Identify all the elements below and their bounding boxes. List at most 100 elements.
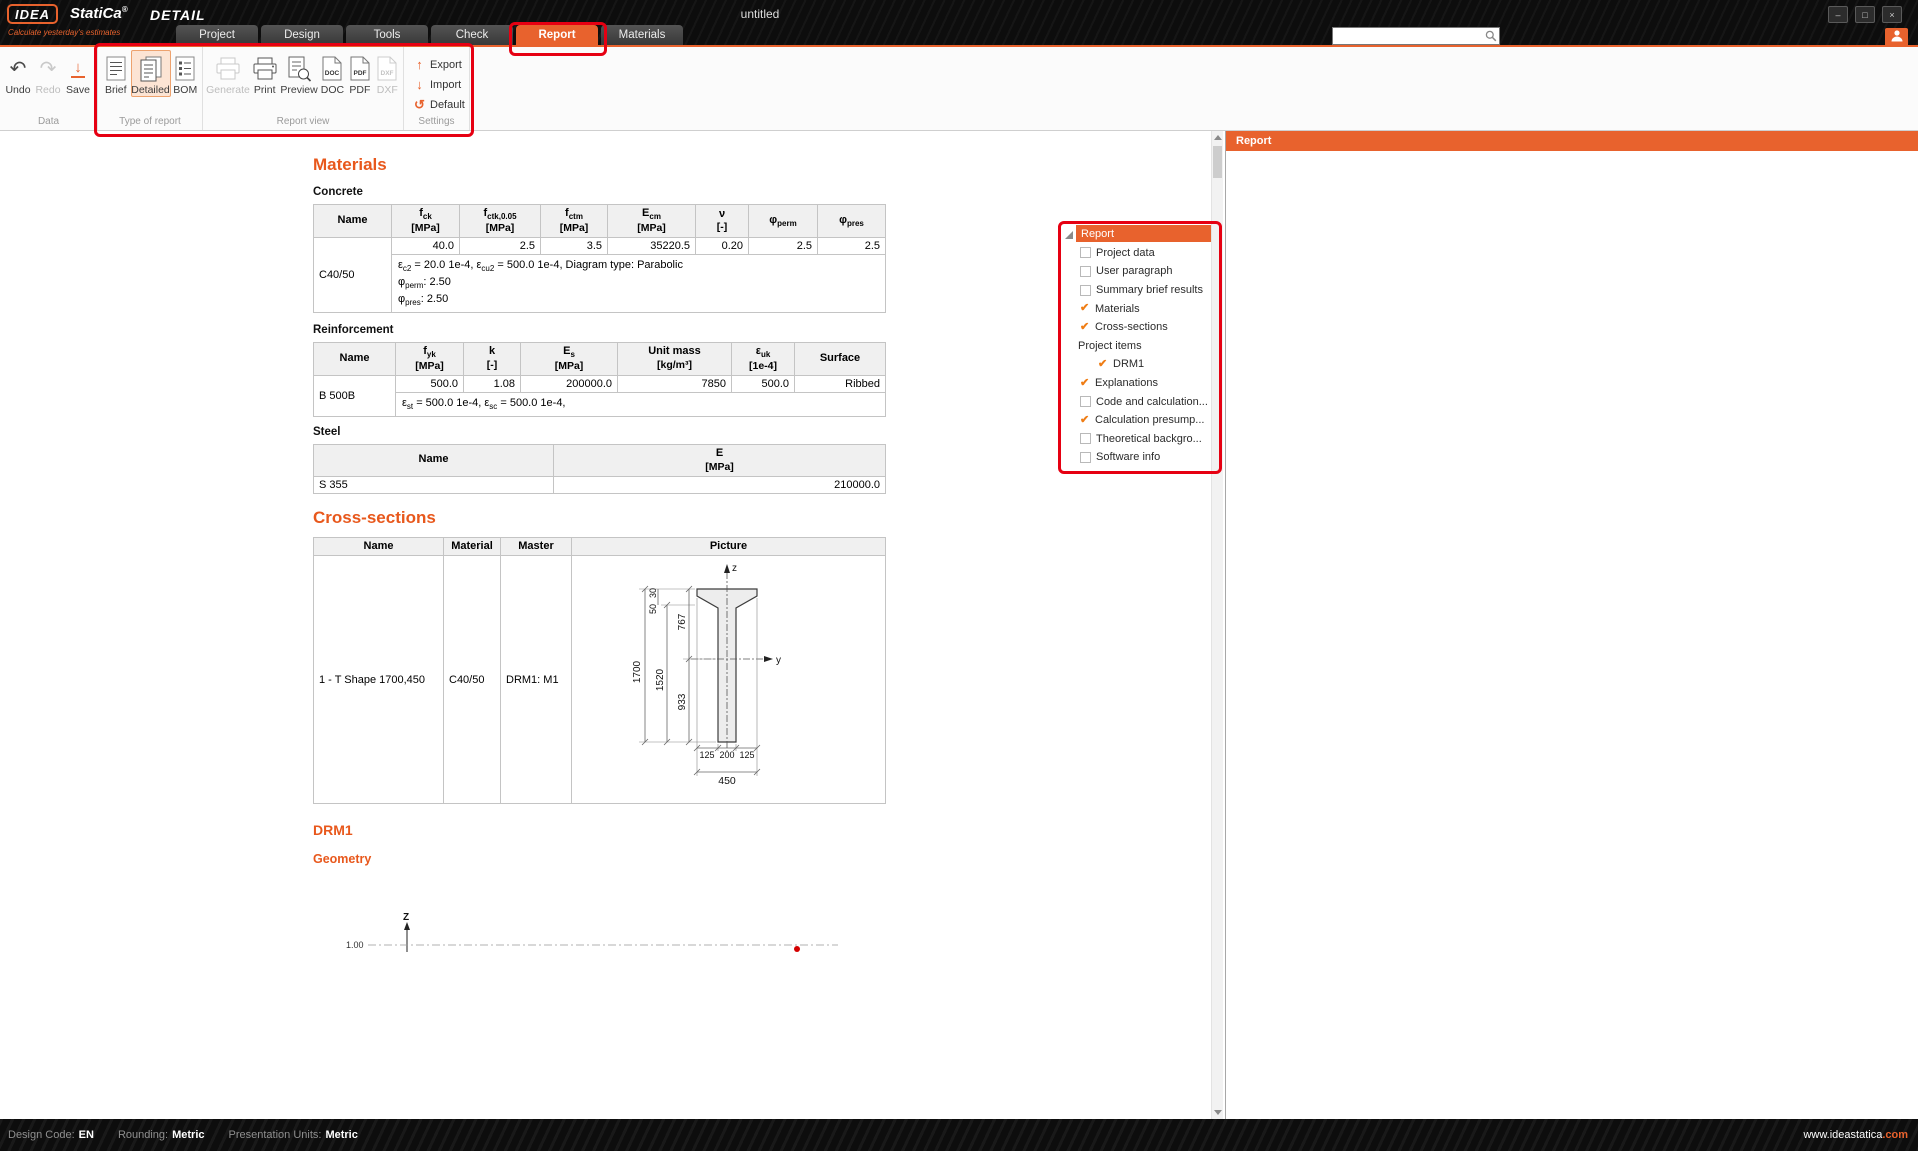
detailed-report-icon [139,53,163,84]
dim-125-right: 125 [739,750,754,760]
checkbox-unchecked[interactable] [1080,452,1091,463]
document-scrollbar[interactable] [1211,131,1223,1119]
tree-item-code-and-calculation[interactable]: Code and calculation... [1063,392,1213,411]
drm1-heading: DRM1 [313,822,885,838]
export-icon: ↑ [414,58,425,71]
header-cell: Material [444,537,501,556]
tree-item-project-data[interactable]: Project data [1063,244,1213,263]
logo-tagline: Calculate yesterday's estimates [8,28,120,37]
tree-item-summary-brief-results[interactable]: Summary brief results [1063,281,1213,300]
tree-item-software-info[interactable]: Software info [1063,448,1213,467]
checkbox-unchecked[interactable] [1080,247,1091,258]
tree-item-explanations[interactable]: ✔Explanations [1063,374,1213,393]
checkmark-icon[interactable]: ✔ [1080,415,1091,426]
steel-table: Name E[MPa] S 355 210000.0 [313,444,886,494]
window-controls: – □ × [1828,6,1902,23]
header-cell: fctm[MPa] [541,205,608,238]
redo-button[interactable]: ↷ Redo [33,50,63,97]
right-panel: Report [1225,131,1918,1119]
concrete-table: Name fck[MPa] fctk,0.05[MPa] fctm[MPa] E… [313,204,886,313]
tree-item-theoretical-background[interactable]: Theoretical backgro... [1063,430,1213,449]
scroll-down-icon[interactable] [1214,1110,1222,1115]
checkmark-icon[interactable]: ✔ [1080,322,1091,333]
preview-button[interactable]: Preview [279,50,318,97]
header-cell: Name [314,342,396,375]
tree-item-drm1[interactable]: ✔DRM1 [1063,355,1213,374]
undo-button[interactable]: ↶ Undo [3,50,33,97]
maximize-button[interactable]: □ [1855,6,1875,23]
user-account-button[interactable] [1885,28,1908,47]
default-icon: ↺ [414,98,425,111]
website-link[interactable]: www.ideastatica.com [1803,1129,1908,1141]
ribbon: ↶ Undo ↷ Redo ↓ Save Data [0,47,1918,131]
tree-item-materials[interactable]: ✔Materials [1063,299,1213,318]
tree-item-cross-sections[interactable]: ✔Cross-sections [1063,318,1213,337]
print-button[interactable]: Print [250,50,279,97]
header-cell: Name [314,537,444,556]
tab-materials[interactable]: Materials [601,25,683,45]
cross-section-drawing: z y [579,556,879,800]
header-cell: Name [314,444,554,476]
status-bar: Design Code: EN Rounding: Metric Present… [0,1119,1918,1151]
scrollbar-thumb[interactable] [1213,146,1222,178]
bom-report-button[interactable]: BOM [171,50,201,97]
checkmark-icon[interactable]: ✔ [1098,359,1109,370]
geometry-heading: Geometry [313,852,885,866]
ribbon-group-data: ↶ Undo ↷ Redo ↓ Save Data [0,47,98,130]
tab-report[interactable]: Report [516,25,598,45]
checkmark-icon[interactable]: ✔ [1080,303,1091,314]
svg-text:PDF: PDF [353,70,366,77]
header-cell: εuk[1e-4] [732,342,795,375]
checkbox-unchecked[interactable] [1080,396,1091,407]
generate-icon [215,53,241,84]
tab-tools[interactable]: Tools [346,25,428,45]
material-notes-cell: εc2 = 20.0 1e-4, εcu2 = 500.0 1e-4, Diag… [392,255,886,312]
search-input[interactable] [1333,30,1485,43]
undo-icon: ↶ [10,59,27,79]
dim-1700: 1700 [632,661,643,684]
app-window: IDEA StatiCa® Calculate yesterday's esti… [0,0,1918,1151]
tree-item-report[interactable]: Report [1076,225,1213,242]
scroll-up-icon[interactable] [1214,135,1222,140]
minimize-button[interactable]: – [1828,6,1848,23]
checkbox-unchecked[interactable] [1080,266,1091,277]
checkbox-unchecked[interactable] [1080,433,1091,444]
search-box [1332,27,1500,45]
default-settings-button[interactable]: ↺ Default [404,95,469,114]
tree-item-calculation-presumptions[interactable]: ✔Calculation presump... [1063,411,1213,430]
value-cell: Ribbed [795,375,886,392]
tree-item-user-paragraph[interactable]: User paragraph [1063,262,1213,281]
brief-report-button[interactable]: Brief [101,50,131,97]
detailed-report-button[interactable]: Detailed [131,50,171,97]
header-cell: fck[MPa] [392,205,460,238]
tab-check[interactable]: Check [431,25,513,45]
doc-file-icon: DOC [322,53,342,84]
close-button[interactable]: × [1882,6,1902,23]
value-cell: 40.0 [392,238,460,255]
expander-icon[interactable] [1065,231,1073,239]
export-dxf-button[interactable]: DXF DXF [374,50,401,97]
header-cell: Ecm[MPa] [608,205,696,238]
geometry-marker [794,946,800,952]
header-cell: Es[MPa] [521,342,618,375]
cross-sections-table: Name Material Master Picture 1 - T Shape… [313,537,886,805]
dim-30: 30 [648,588,658,598]
dim-450: 450 [718,775,736,787]
group-label-data: Data [0,116,97,127]
bom-report-icon [175,53,195,84]
save-button[interactable]: ↓ Save [63,50,93,97]
tab-project[interactable]: Project [176,25,258,45]
search-icon[interactable] [1485,30,1497,42]
minimize-icon: – [1835,10,1840,20]
checkbox-unchecked[interactable] [1080,285,1091,296]
import-settings-button[interactable]: ↓ Import [404,75,469,94]
value-cell: 7850 [618,375,732,392]
export-pdf-button[interactable]: PDF PDF [346,50,373,97]
checkmark-icon[interactable]: ✔ [1080,378,1091,389]
export-doc-button[interactable]: DOC DOC [319,50,346,97]
axis-z-label: z [732,563,737,574]
tab-design[interactable]: Design [261,25,343,45]
header-cell: Picture [572,537,886,556]
export-settings-button[interactable]: ↑ Export [404,55,469,74]
generate-button[interactable]: Generate [206,50,250,97]
